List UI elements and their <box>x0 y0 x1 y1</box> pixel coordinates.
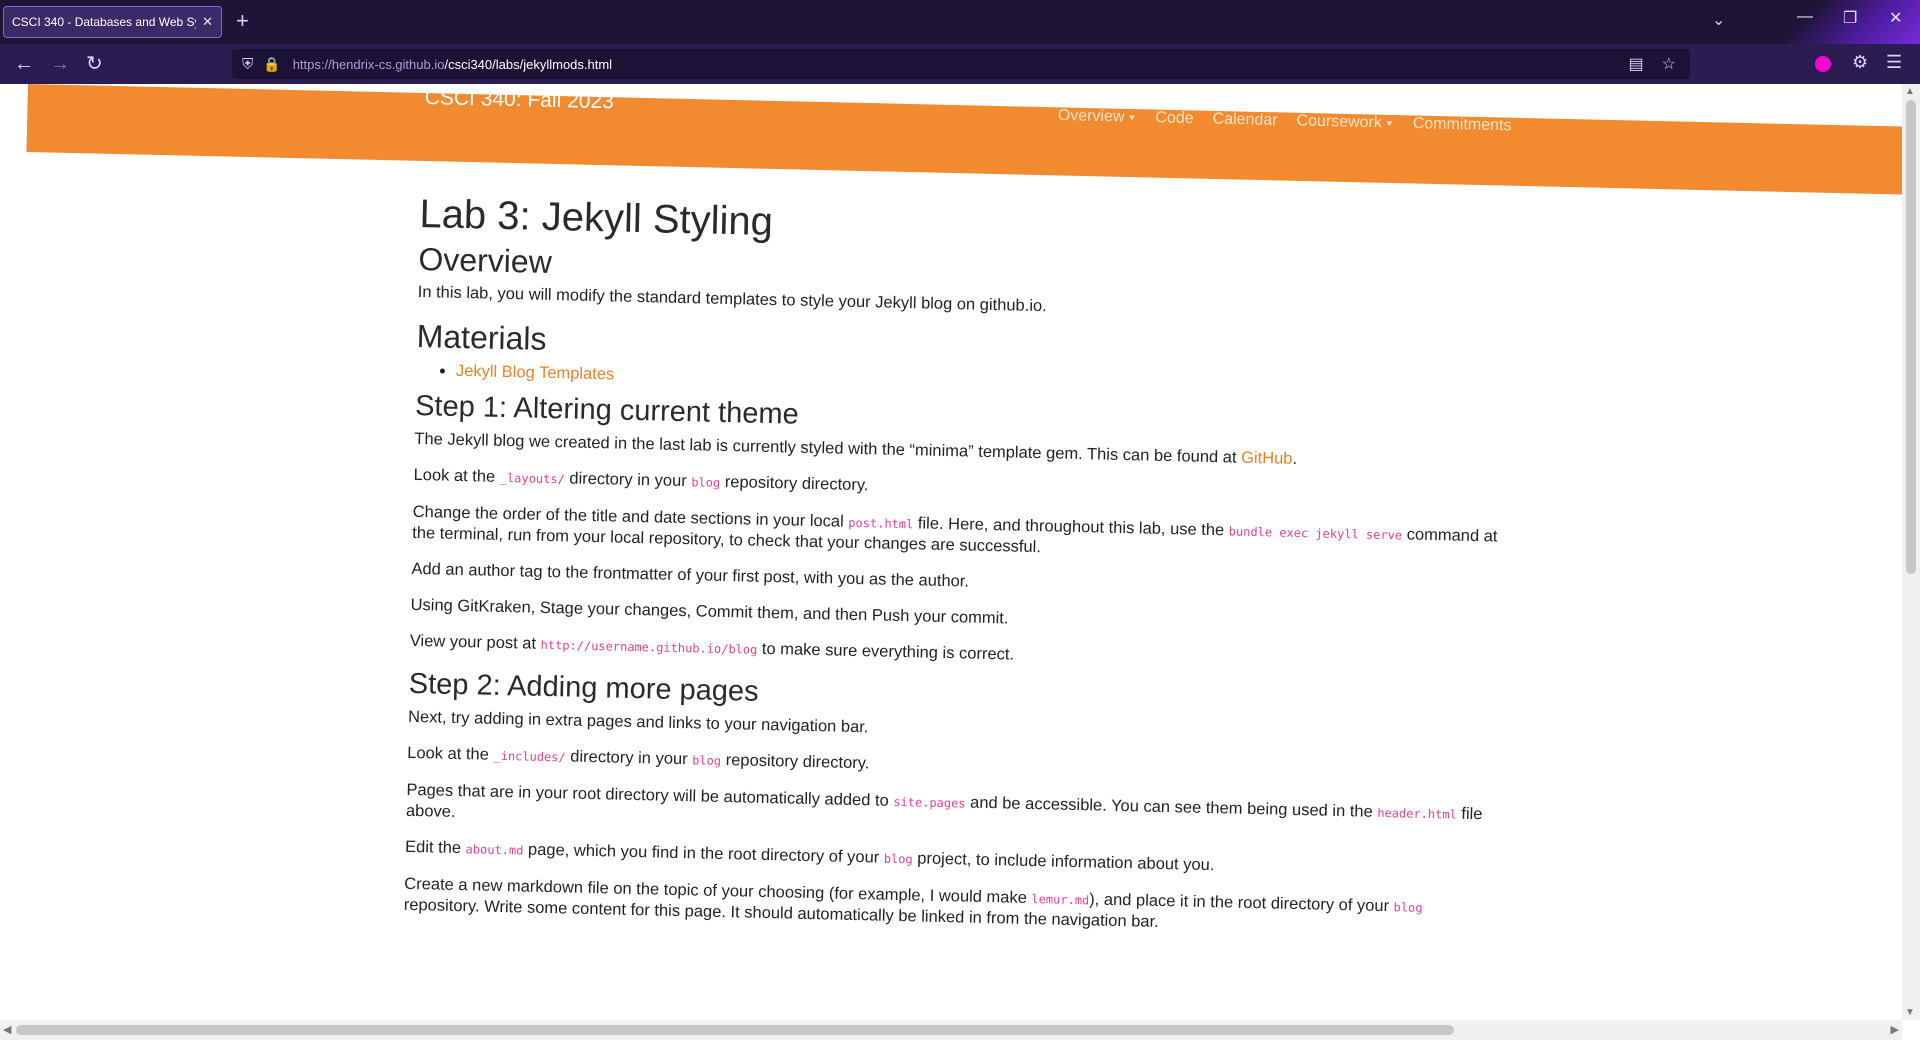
nav-calendar[interactable]: Calendar <box>1212 111 1277 130</box>
text: Pages that are in your root directory wi… <box>406 780 894 810</box>
url-host: https://hendrix-cs.github.io <box>292 56 445 72</box>
web-page: CSCI 340: Fall 2023 Overview ▼ Code Calen… <box>0 84 1902 1020</box>
caret-down-icon: ▼ <box>1127 112 1137 123</box>
close-tab-icon[interactable]: ✕ <box>202 14 213 30</box>
scroll-down-icon[interactable]: ▼ <box>1905 1007 1915 1018</box>
text: View your post at <box>409 631 541 653</box>
main-content: Lab 3: Jekyll Styling Overview In this l… <box>403 192 1509 956</box>
shield-icon[interactable]: ⛨ <box>242 56 253 73</box>
github-link[interactable]: GitHub <box>1241 449 1293 468</box>
tab-bar: CSCI 340 - Databases and Web Systems ✕ +… <box>0 0 1920 44</box>
nav-label: Overview <box>1057 107 1125 126</box>
nav-coursework[interactable]: Coursework ▼ <box>1296 112 1394 132</box>
vertical-scroll-thumb[interactable] <box>1906 100 1916 574</box>
text: repository directory. <box>720 472 869 495</box>
step1-paragraph-3: Change the order of the title and date s… <box>412 502 1503 568</box>
text: and be accessible. You can see them bein… <box>965 793 1378 821</box>
text: to make sure everything is correct. <box>757 639 1015 664</box>
code-bundle-command: bundle exec jekyll serve <box>1228 524 1403 543</box>
step2-paragraph-4: Edit the about.md page, which you find i… <box>405 837 1495 883</box>
code-blog: blog <box>883 851 913 867</box>
scroll-right-icon[interactable]: ▶ <box>1891 1023 1899 1036</box>
profile-icon[interactable] <box>1815 56 1831 72</box>
code-about-md: about.md <box>465 842 524 858</box>
text: project, to include information about yo… <box>912 849 1215 875</box>
nav-overview[interactable]: Overview ▼ <box>1058 107 1137 127</box>
url-text[interactable]: https://hendrix-cs.github.io/csci340/lab… <box>293 57 612 72</box>
nav-code[interactable]: Code <box>1155 109 1194 128</box>
lock-icon[interactable]: 🔒 <box>263 56 280 73</box>
step2-paragraph-5: Create a new markdown file on the topic … <box>404 874 1495 940</box>
bookmark-star-icon[interactable]: ☆ <box>1662 54 1676 74</box>
restore-icon[interactable]: ❐ <box>1843 8 1857 28</box>
tab-list-icon[interactable]: ⌄ <box>1712 10 1725 30</box>
minimize-icon[interactable]: — <box>1797 8 1813 26</box>
caret-down-icon: ▼ <box>1384 118 1394 129</box>
vertical-scrollbar[interactable]: ▲ ▼ <box>1902 84 1920 1020</box>
reload-icon[interactable]: ↻ <box>86 52 103 76</box>
code-includes: _includes/ <box>493 748 566 765</box>
horizontal-scrollbar[interactable]: ◀ ▶ <box>0 1020 1902 1040</box>
forward-icon[interactable]: → <box>50 52 70 76</box>
site-header-banner <box>26 84 1902 195</box>
code-blog: blog <box>691 475 721 490</box>
new-tab-button[interactable]: + <box>236 9 249 33</box>
text: page, which you find in the root directo… <box>523 840 885 867</box>
code-blog: blog <box>692 753 722 768</box>
url-path: /csci340/labs/jekyllmods.html <box>444 56 613 72</box>
jekyll-templates-link[interactable]: Jekyll Blog Templates <box>456 362 615 384</box>
step2-paragraph-2: Look at the _includes/ directory in your… <box>407 743 1497 789</box>
scroll-up-icon[interactable]: ▲ <box>1905 86 1915 97</box>
text: directory in your <box>564 469 692 491</box>
site-title[interactable]: CSCI 340: Fall 2023 <box>424 86 614 114</box>
text: Edit the <box>404 837 466 858</box>
step2-paragraph-3: Pages that are in your root directory wi… <box>406 780 1497 846</box>
active-tab[interactable]: CSCI 340 - Databases and Web Systems ✕ <box>3 6 222 38</box>
code-lemur-md: lemur.md <box>1031 892 1090 908</box>
step1-paragraph-2: Look at the _layouts/ directory in your … <box>413 465 1503 511</box>
url-bar[interactable]: ⛨ 🔒 https://hendrix-cs.github.io/csci340… <box>232 49 1690 79</box>
nav-label: Coursework <box>1296 112 1383 132</box>
extensions-icon[interactable]: ⚙ <box>1852 52 1868 73</box>
step1-paragraph-6: View your post at http://username.github… <box>410 631 1500 677</box>
back-icon[interactable]: ← <box>14 52 34 76</box>
code-post-html: post.html <box>848 515 914 532</box>
code-blog-url: http://username.github.io/blog <box>540 637 758 657</box>
close-window-icon[interactable]: ✕ <box>1889 8 1902 28</box>
text: . <box>1292 449 1298 468</box>
tab-title: CSCI 340 - Databases and Web Systems <box>12 15 196 29</box>
code-header-html: header.html <box>1377 805 1457 822</box>
step1-paragraph-4: Add an author tag to the frontmatter of … <box>411 559 970 591</box>
code-site-pages: site.pages <box>893 794 966 811</box>
horizontal-scroll-thumb[interactable] <box>16 1025 1454 1035</box>
text: Look at the <box>407 743 494 764</box>
code-blog: blog <box>1393 900 1423 915</box>
text: repository directory. <box>720 750 870 773</box>
menu-icon[interactable]: ☰ <box>1886 52 1902 73</box>
scroll-left-icon[interactable]: ◀ <box>3 1023 11 1036</box>
reader-view-icon[interactable]: ▤ <box>1629 54 1644 74</box>
nav-commitments[interactable]: Commitments <box>1413 115 1512 135</box>
step1-paragraph-5: Using GitKraken, Stage your changes, Com… <box>410 595 1009 628</box>
text: Look at the <box>413 465 500 486</box>
text: directory in your <box>565 747 693 769</box>
code-layouts: _layouts/ <box>499 470 565 487</box>
browser-toolbar: ← → ↻ ⛨ 🔒 https://hendrix-cs.github.io/c… <box>0 44 1920 84</box>
